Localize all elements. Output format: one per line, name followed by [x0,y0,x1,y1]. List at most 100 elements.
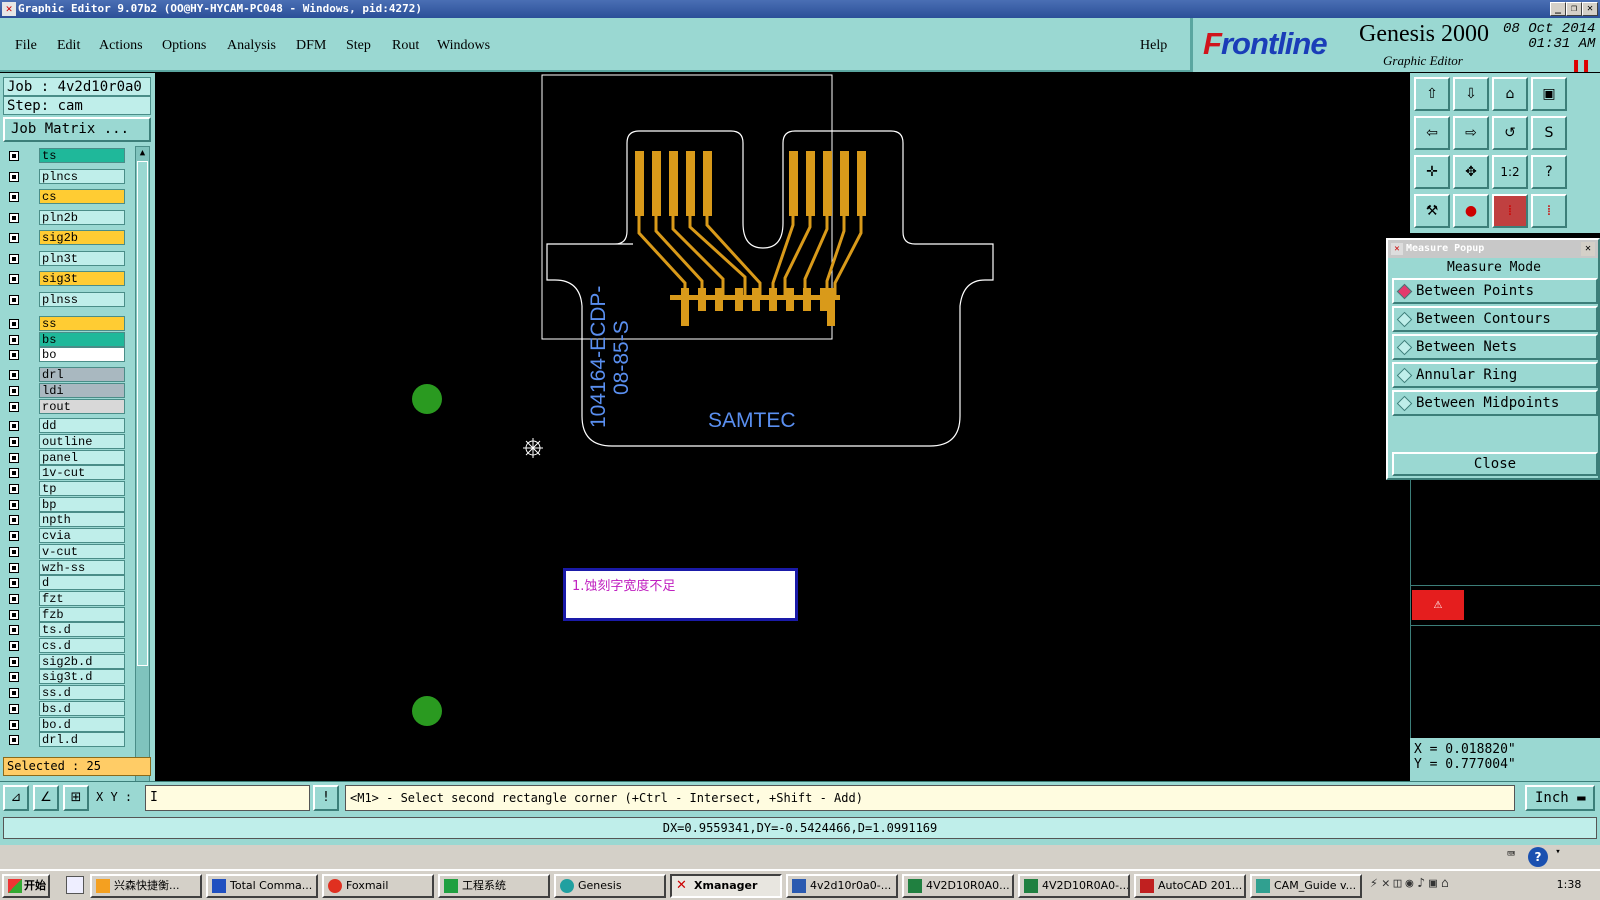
restore-button[interactable]: ❐ [1566,2,1582,16]
job-matrix-button[interactable]: Job Matrix ... [3,117,151,142]
task-item[interactable]: 4v2d10r0a0-... [786,874,898,898]
layer-list-scrollbar[interactable]: ▲ ▼ [135,146,150,824]
redraw-icon[interactable]: S [1531,116,1567,150]
layer-name[interactable]: sig3t [39,271,125,286]
layer-name[interactable]: fzb [39,606,125,622]
layer-checkbox[interactable] [9,274,19,284]
layer-checkbox[interactable] [9,641,19,651]
layer-checkbox[interactable] [9,233,19,243]
menu-options[interactable]: Options [162,38,206,54]
layer-checkbox[interactable] [9,421,19,432]
layer-row[interactable]: bp [3,496,131,513]
layer-checkbox[interactable] [9,609,19,620]
layer-name[interactable]: drl [39,367,125,383]
xy-input[interactable]: I [145,785,310,811]
close-window-button[interactable]: ✕ [1582,2,1598,16]
layer-name[interactable]: 1v-cut [39,465,125,481]
menu-dfm[interactable]: DFM [296,38,326,54]
layer-name[interactable]: sig3t.d [39,669,125,685]
layer-checkbox[interactable] [9,385,19,396]
measure-between-contours[interactable]: Between Contours [1392,306,1598,332]
layer-row[interactable]: drl [3,367,131,383]
help-icon[interactable]: ? [1531,155,1567,189]
fit-window-icon[interactable]: ▣ [1531,77,1567,111]
layer-checkbox[interactable] [9,562,19,573]
layer-checkbox[interactable] [9,531,19,542]
layer-checkbox[interactable] [9,350,19,361]
zoom-home-icon[interactable]: ⇧ [1414,77,1450,111]
layer-checkbox[interactable] [9,499,19,510]
keyboard-icon[interactable]: ⌨ [1500,847,1522,867]
layer-row[interactable]: drl.d [3,732,131,748]
layer-checkbox[interactable] [9,735,19,746]
measure-between-nets[interactable]: Between Nets [1392,334,1598,360]
layer-row[interactable]: fzt [3,590,131,607]
task-item[interactable]: Genesis [554,874,666,898]
layer-name[interactable]: ts.d [39,622,125,638]
layer-row[interactable]: npth [3,512,131,528]
task-item[interactable]: ✕ Xmanager [670,874,782,898]
minimize-button[interactable]: _ [1550,2,1566,16]
layer-name[interactable]: bo.d [39,716,125,732]
layer-checkbox[interactable] [9,192,19,202]
one-to-two-icon[interactable]: 1:2 [1492,155,1528,189]
layer-checkbox[interactable] [9,688,19,699]
layer-name[interactable]: ss.d [39,685,125,701]
layer-name[interactable]: wzh-ss [39,559,125,575]
layer-checkbox[interactable] [9,452,19,463]
layer-name[interactable]: rout [39,398,125,414]
menu-actions[interactable]: Actions [99,38,143,54]
layer-name[interactable]: bp [39,496,125,512]
menu-edit[interactable]: Edit [57,38,80,54]
layer-name[interactable]: bs.d [39,700,125,716]
layer-name[interactable]: drl.d [39,732,125,748]
measure-tool-icon[interactable]: ⚒ [1414,194,1450,228]
layer-name[interactable]: fzt [39,590,125,606]
layer-checkbox[interactable] [9,546,19,557]
scroll-up-icon[interactable]: ▲ [137,148,148,159]
measure-between-midpoints[interactable]: Between Midpoints [1392,390,1598,416]
layer-name[interactable]: ss [39,316,125,331]
layer-name[interactable]: npth [39,512,125,528]
layer-name[interactable]: sig2b [39,230,125,245]
layer-checkbox[interactable] [9,294,19,305]
layer-name[interactable]: cs [39,189,125,204]
task-item[interactable]: 工程系统 [438,874,550,898]
tray-arrow-icon[interactable]: ▾ [1553,847,1563,867]
layer-row[interactable]: sig3t [3,271,131,287]
app-icon[interactable]: ✕ [2,2,16,16]
snap-tool-icon[interactable]: ⁞ [1492,194,1528,228]
measure-close-button[interactable]: Close [1392,452,1598,476]
layer-row[interactable]: plncs [3,168,131,185]
layer-checkbox[interactable] [9,656,19,667]
layer-name[interactable]: plncs [39,168,125,184]
layer-row[interactable]: sig2b.d [3,653,131,670]
layer-name[interactable]: panel [39,449,125,465]
layer-name[interactable]: dd [39,418,125,434]
menu-help[interactable]: Help [1140,38,1167,54]
pan-left-icon[interactable]: ⇦ [1414,116,1450,150]
net-tool-icon[interactable]: ● [1453,194,1489,228]
measure-annular-ring[interactable]: Annular Ring [1392,362,1598,388]
layer-name[interactable]: tp [39,481,125,496]
layer-name[interactable]: v-cut [39,543,125,559]
layer-checkbox[interactable] [9,334,19,345]
pan-right-icon[interactable]: ⇨ [1453,116,1489,150]
layer-checkbox[interactable] [9,151,19,161]
layer-name[interactable]: outline [39,433,125,449]
layer-checkbox[interactable] [9,672,19,683]
layer-name[interactable]: pln3t [39,250,125,266]
zoom-out-icon[interactable]: ✥ [1453,155,1489,189]
scroll-thumb[interactable] [137,161,148,666]
task-item[interactable]: 4V2D10R0A0... [902,874,1014,898]
layer-row[interactable]: panel [3,449,131,466]
layer-checkbox[interactable] [9,578,19,589]
snap-mode-icon[interactable]: ∠ [33,785,59,811]
layer-name[interactable]: sig2b.d [39,653,125,669]
layer-checkbox[interactable] [9,515,19,526]
layer-row[interactable]: d [3,575,131,591]
layer-row[interactable]: bs.d [3,700,131,717]
layer-row[interactable]: wzh-ss [3,559,131,576]
layer-name[interactable]: d [39,575,125,591]
layer-row[interactable]: plnss [3,291,131,308]
